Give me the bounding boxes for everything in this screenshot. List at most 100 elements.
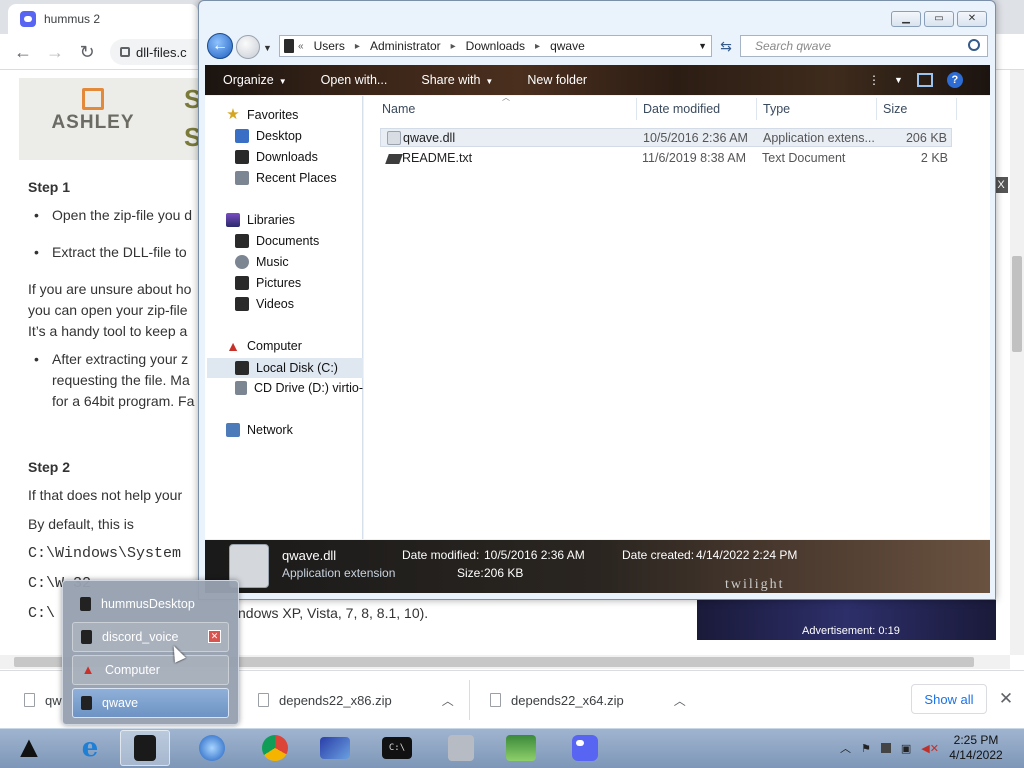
details-size-label: Size: [457,566,484,580]
bottom-advertisement[interactable]: Advertisement: 0:19 [697,600,996,640]
nav-favorites[interactable]: ★ Favorites [226,107,298,122]
taskbar-monitor[interactable] [496,730,546,766]
column-header-name[interactable]: Name [382,102,415,116]
close-window-button[interactable]: ✕ [957,11,987,27]
nav-music[interactable]: Music [235,255,289,269]
nav-downloads[interactable]: Downloads [235,150,318,164]
details-date-modified: 10/5/2016 2:36 AM [484,548,585,562]
column-divider[interactable] [636,98,637,120]
address-omnibox[interactable]: dll-files.c [110,39,210,65]
open-with-button[interactable]: Open with... [303,73,404,87]
nav-computer[interactable]: ▲ Computer [226,339,302,353]
address-dropdown-icon[interactable]: ▼ [698,41,707,51]
nav-cd-drive[interactable]: CD Drive (D:) virtio- [235,381,363,395]
taskbar-chrome[interactable] [250,730,300,766]
recent-pages-chevron-icon[interactable]: ▼ [263,43,273,53]
download-item[interactable]: qw [24,680,62,720]
file-date: 10/5/2016 2:36 AM [643,131,748,145]
breadcrumb-separator[interactable]: ▸ [351,41,364,52]
file-name: README.txt [402,151,473,165]
file-row[interactable]: qwave.dll 10/5/2016 2:36 AM Application … [380,128,952,147]
search-input[interactable]: Search qwave [740,35,988,57]
taskbar-clock[interactable]: 2:25 PM 4/14/2022 [936,733,1016,763]
column-divider[interactable] [756,98,757,120]
download-item[interactable]: depends22_x64.zip ︿ [490,680,686,720]
column-divider[interactable] [956,98,957,120]
change-view-icon[interactable]: ⋮ [868,73,880,87]
documents-icon [235,234,249,248]
column-header-type[interactable]: Type [763,102,790,116]
taskbar-explorer[interactable] [120,730,170,766]
breadcrumb-administrator[interactable]: Administrator [364,39,447,53]
search-icon[interactable] [968,39,980,51]
page-vertical-scrollbar[interactable] [1010,70,1024,655]
tray-app-icon[interactable]: ▣ [901,742,911,755]
browser-back-icon[interactable]: ← [14,43,32,61]
minimize-button[interactable]: ▁ [891,11,921,27]
back-arrow-icon[interactable]: ← [207,33,233,59]
column-header-date[interactable]: Date modified [643,102,720,116]
chevron-up-icon[interactable]: ︿ [442,692,454,709]
breadcrumb-separator[interactable]: ▸ [447,41,460,52]
taskbar-cmd[interactable]: C:\ [372,730,422,766]
close-icon[interactable]: ✕ [208,630,221,643]
window-thumbnail-icon [81,630,92,644]
breadcrumb-downloads[interactable]: Downloads [460,39,531,53]
taskbar-discord[interactable] [560,730,610,766]
share-with-button[interactable]: Share with ▼ [403,73,509,87]
maximize-button[interactable]: ▭ [924,11,954,27]
view-dropdown-icon[interactable]: ▼ [894,75,903,85]
task-manager-icon [506,735,536,761]
chevron-up-icon[interactable]: ︿ [674,692,686,709]
network-tray-icon[interactable] [880,743,891,753]
start-button[interactable]: ▲ [12,732,46,764]
windows-versions-text: ndows XP, Vista, 7, 8, 8.1, 10). [238,605,429,621]
window-thumbnail-icon [80,597,91,611]
organize-button[interactable]: Organize ▼ [205,73,303,87]
explorer-address-bar[interactable]: « Users ▸ Administrator ▸ Downloads ▸ qw… [279,35,712,57]
jump-list-item-hummusdesktop[interactable]: hummusDesktop [72,589,229,619]
file-size: 206 KB [905,131,947,145]
jump-list-item-qwave[interactable]: qwave [72,688,229,718]
jump-list-item-discord-voice[interactable]: discord_voice [72,622,229,652]
column-header-size[interactable]: Size [883,102,907,116]
browser-reload-icon[interactable]: ↻ [78,43,96,61]
preview-pane-icon[interactable] [916,73,933,87]
browser-tab[interactable]: hummus 2 [8,4,198,34]
nav-local-disk[interactable]: Local Disk (C:) [207,358,363,378]
column-divider[interactable] [876,98,877,120]
download-item[interactable]: depends22_x86.zip ︿ [258,680,454,720]
breadcrumb-separator[interactable]: ▸ [531,41,544,52]
breadcrumb-qwave[interactable]: qwave [544,39,591,53]
help-icon[interactable]: ? [946,72,963,88]
nav-libraries[interactable]: Libraries [226,213,295,227]
taskbar-network-tool[interactable] [310,730,360,766]
nav-documents[interactable]: Documents [235,234,319,248]
window-thumbnail-icon [81,696,92,710]
file-row[interactable]: README.txt 11/6/2019 8:38 AM Text Docume… [380,149,952,168]
flag-icon[interactable]: ⚑ [861,742,871,755]
taskbar-printer[interactable] [436,730,486,766]
browser-forward-icon[interactable]: → [46,43,64,61]
nav-network[interactable]: Network [226,423,293,437]
forward-arrow-icon[interactable] [236,35,260,59]
ad-brand-text: ASHLEY [51,112,135,133]
details-date-created: 4/14/2022 2:24 PM [696,548,798,562]
tray-expand-icon[interactable]: ︿ [840,740,851,756]
breadcrumb-users[interactable]: Users [308,39,351,53]
close-icon[interactable]: ✕ [998,689,1014,709]
ad-close-button[interactable]: X [994,177,1008,193]
nav-videos[interactable]: Videos [235,297,294,311]
show-all-downloads-button[interactable]: Show all [911,684,987,714]
taskbar-media-player[interactable] [187,730,237,766]
nav-desktop[interactable]: Desktop [235,129,302,143]
page-scroll-thumb[interactable] [1012,256,1022,352]
details-date-modified-label: Date modified: [402,548,480,562]
paragraph-line: By default, this is [28,516,134,532]
nav-recent-places[interactable]: Recent Places [235,171,337,185]
taskbar-ie[interactable]: e [65,730,115,766]
refresh-icon[interactable]: ⇆ [716,38,736,54]
nav-pictures[interactable]: Pictures [235,276,301,290]
jump-list-item-computer[interactable]: ▲ Computer [72,655,229,685]
new-folder-button[interactable]: New folder [509,73,603,87]
